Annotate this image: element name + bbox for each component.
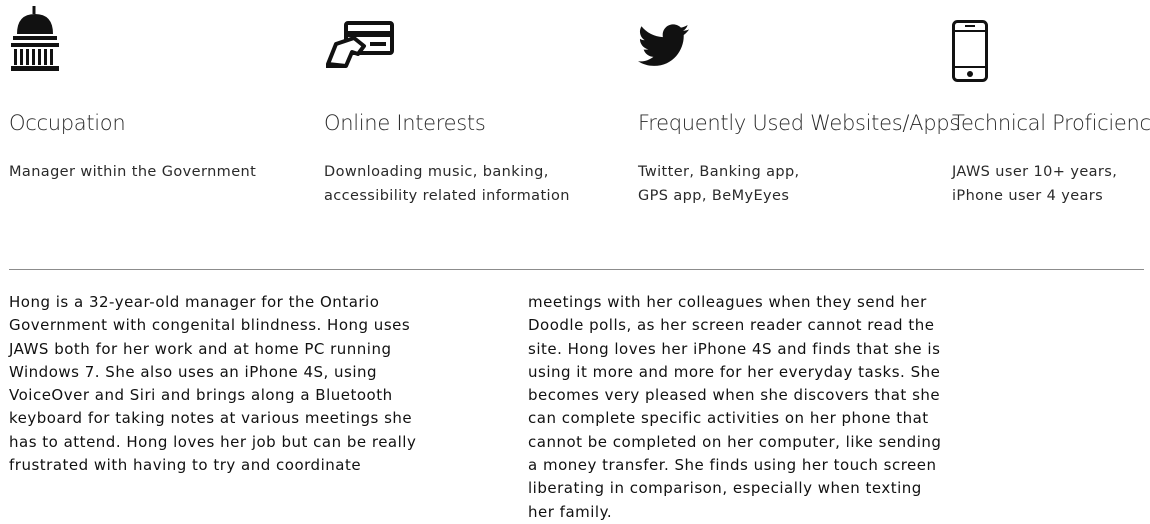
- occupation-text: Manager within the Government: [9, 164, 257, 180]
- websites-apps-title: Frequently Used Websites/Apps: [638, 111, 960, 135]
- bio-paragraph-column-1: Hong is a 32-year-old manager for the On…: [9, 293, 417, 475]
- twitter-bird-icon: [638, 24, 690, 100]
- online-interests-text: Downloading music, banking, accessibilit…: [324, 164, 570, 204]
- technical-proficiency-title: Technical Proficiency: [952, 111, 1150, 135]
- smartphone-icon: [952, 20, 988, 96]
- technical-proficiency-text: JAWS user 10+ years, iPhone user 4 years: [952, 164, 1118, 204]
- online-interests-title: Online Interests: [324, 111, 486, 135]
- credit-card-hand-icon: [324, 20, 396, 96]
- websites-apps-text: Twitter, Banking app, GPS app, BeMyEyes: [638, 164, 800, 204]
- section-divider: [9, 269, 1144, 270]
- occupation-title: Occupation: [9, 111, 126, 135]
- government-building-icon: [9, 6, 61, 82]
- bio-paragraph-column-2: meetings with her colleagues when they s…: [528, 293, 942, 521]
